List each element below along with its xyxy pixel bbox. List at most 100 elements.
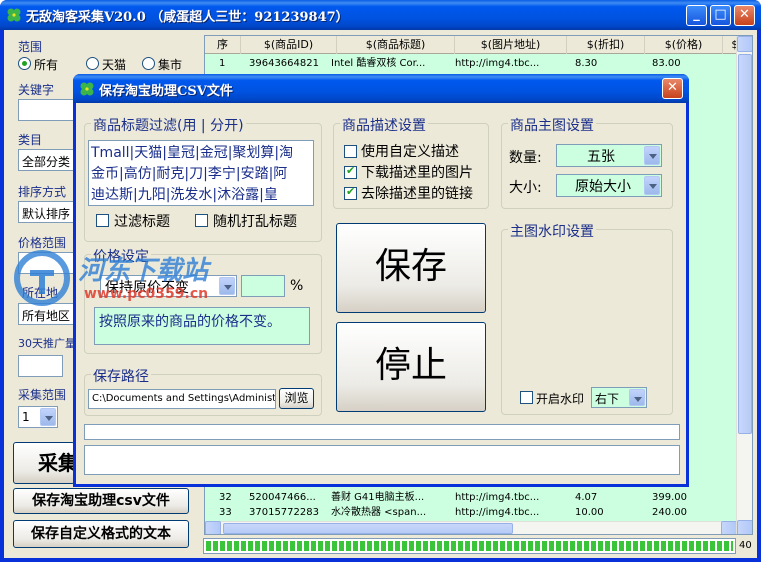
maximize-button[interactable]: □ [710, 5, 731, 26]
collect-button[interactable]: 采集 [13, 442, 78, 484]
save-csv-button[interactable]: 保存淘宝助理csv文件 [13, 488, 189, 514]
custom-description-checkbox[interactable] [344, 145, 357, 158]
minimize-button[interactable]: _ [686, 5, 707, 26]
clover-app-icon [80, 82, 94, 96]
filter-title-label: 过滤标题 [114, 214, 170, 230]
sort-label: 排序方式 [18, 185, 67, 199]
price-unit: % [290, 278, 304, 294]
range-option-all: 所有 [34, 58, 59, 72]
chevron-down-icon [644, 146, 660, 165]
cell-price: 240.00 [652, 507, 687, 518]
range-radio-all[interactable] [18, 57, 31, 70]
promo30-label: 30天推广量 [18, 337, 76, 350]
scroll-left-icon[interactable] [205, 521, 221, 534]
chevron-down-icon [40, 408, 56, 426]
price-percent-input[interactable] [241, 275, 285, 297]
main-title-bar[interactable]: 无敌淘客采集V20.0 （咸蛋超人三世：921239847） _ □ ✕ [0, 0, 761, 30]
cell-index: 33 [219, 507, 232, 518]
shuffle-title-checkbox[interactable] [195, 214, 208, 227]
chevron-down-icon [219, 277, 235, 295]
stop-button[interactable]: 停止 [336, 322, 486, 412]
enable-watermark-label: 开启水印 [536, 392, 585, 406]
browse-button[interactable]: 浏览 [279, 388, 314, 409]
cell-price: 399.00 [652, 492, 687, 503]
save-progress-bar [84, 424, 680, 440]
scroll-up-icon[interactable] [737, 36, 752, 52]
download-images-label: 下载描述里的图片 [361, 165, 473, 181]
price-setting-label: 价格设定 [91, 246, 151, 266]
horizontal-scroll-thumb[interactable] [223, 523, 513, 534]
range-radio-market[interactable] [142, 57, 155, 70]
count-select[interactable]: 五张 [556, 144, 662, 167]
location-select[interactable]: 所有地区 [18, 303, 78, 325]
cell-id: 39643664821 [249, 58, 319, 69]
save-path-label: 保存路径 [91, 366, 151, 386]
collect-range-label: 采集范围 [18, 388, 67, 402]
chevron-down-icon [644, 176, 660, 195]
vertical-scrollbar[interactable] [736, 36, 752, 534]
column-header-index[interactable]: 序 [205, 36, 241, 54]
title-filter-textarea[interactable]: Tmall|天猫|皇冠|金冠|聚划算|淘 金币|高仿|耐克|刀|李宁|安踏|阿 … [88, 140, 314, 206]
keyword-label: 关键字 [18, 83, 55, 97]
horizontal-scrollbar[interactable] [205, 521, 737, 534]
scroll-right-icon[interactable] [721, 521, 737, 534]
size-value: 原始大小 [575, 179, 631, 195]
chevron-down-icon [629, 389, 645, 406]
vertical-scroll-thumb[interactable] [738, 54, 752, 434]
location-label: 所在地 [22, 286, 59, 300]
keyword-input[interactable] [18, 99, 78, 121]
watermark-group: 主图水印设置 [501, 221, 673, 415]
cell-index: 1 [219, 58, 226, 69]
cell-discount: 4.07 [575, 492, 598, 503]
range-option-tmall: 天猫 [102, 58, 127, 72]
close-button[interactable]: ✕ [734, 5, 755, 26]
download-images-checkbox[interactable] [344, 164, 357, 179]
category-select[interactable]: 全部分类 [18, 149, 78, 171]
column-header-image[interactable]: $(图片地址) [455, 36, 567, 54]
column-header-title[interactable]: $(商品标题) [337, 36, 455, 54]
table-row[interactable]: 33 37015772283 水冷散热器 <span... http://img… [205, 505, 745, 520]
cell-index: 32 [219, 492, 232, 503]
cell-id: 520047466... [249, 492, 316, 503]
dialog-close-button[interactable]: ✕ [662, 78, 683, 99]
title-filter-line: 迪达斯|九阳|洗发水|沐浴露|皇 [91, 187, 278, 203]
clover-app-icon [7, 8, 21, 22]
collect-progress-bar [203, 538, 736, 554]
table-row[interactable]: 32 520047466... 善财 G41电脑主板... http://img… [205, 490, 745, 505]
cell-title: 水冷散热器 <span... [331, 507, 427, 518]
save-text-button[interactable]: 保存自定义格式的文本 [13, 520, 189, 548]
count-value: 五张 [587, 149, 615, 165]
size-select[interactable]: 原始大小 [556, 174, 662, 197]
promo30-input[interactable] [18, 355, 63, 377]
custom-description-label: 使用自定义描述 [361, 144, 459, 160]
watermark-position-value: 右下 [595, 392, 620, 406]
title-filter-label: 商品标题过滤(用 | 分开) [91, 115, 246, 135]
table-row[interactable]: 1 39643664821 Intel 酷睿双核 Cor... http://i… [205, 56, 745, 71]
range-radio-tmall[interactable] [86, 57, 99, 70]
cell-image: http://img4.tbc... [455, 58, 540, 69]
watermark-position-select[interactable]: 右下 [591, 387, 647, 408]
column-header-id[interactable]: $(商品ID) [241, 36, 337, 54]
remove-links-checkbox[interactable] [344, 185, 357, 200]
status-log-box [84, 445, 680, 475]
column-header-price[interactable]: $(价格) [645, 36, 723, 54]
main-window-title: 无敌淘客采集V20.0 （咸蛋超人三世：921239847） [26, 10, 349, 25]
save-button[interactable]: 保存 [336, 223, 486, 313]
cell-discount: 10.00 [575, 507, 604, 518]
enable-watermark-checkbox[interactable] [520, 391, 533, 404]
save-path-input[interactable]: C:\Documents and Settings\Administr [88, 389, 276, 409]
cell-price: 83.00 [652, 58, 681, 69]
range-option-market: 集市 [158, 58, 183, 72]
cell-title: Intel 酷睿双核 Cor... [331, 58, 426, 69]
count-label: 数量: [509, 150, 542, 166]
sort-select[interactable]: 默认排序 [18, 201, 78, 223]
dialog-title-bar[interactable]: 保存淘宝助理CSV文件 ✕ [73, 74, 689, 103]
price-description: 按照原来的商品的价格不变。 [94, 307, 310, 345]
price-mode-select[interactable]: 保持原价不变 [100, 275, 237, 297]
price-range-input[interactable] [18, 252, 78, 274]
filter-title-checkbox[interactable] [96, 214, 109, 227]
column-header-discount[interactable]: $(折扣) [567, 36, 645, 54]
scroll-down-icon[interactable] [737, 520, 752, 534]
cell-image: http://img4.tbc... [455, 507, 540, 518]
collect-range-select[interactable]: 1 [18, 406, 58, 428]
